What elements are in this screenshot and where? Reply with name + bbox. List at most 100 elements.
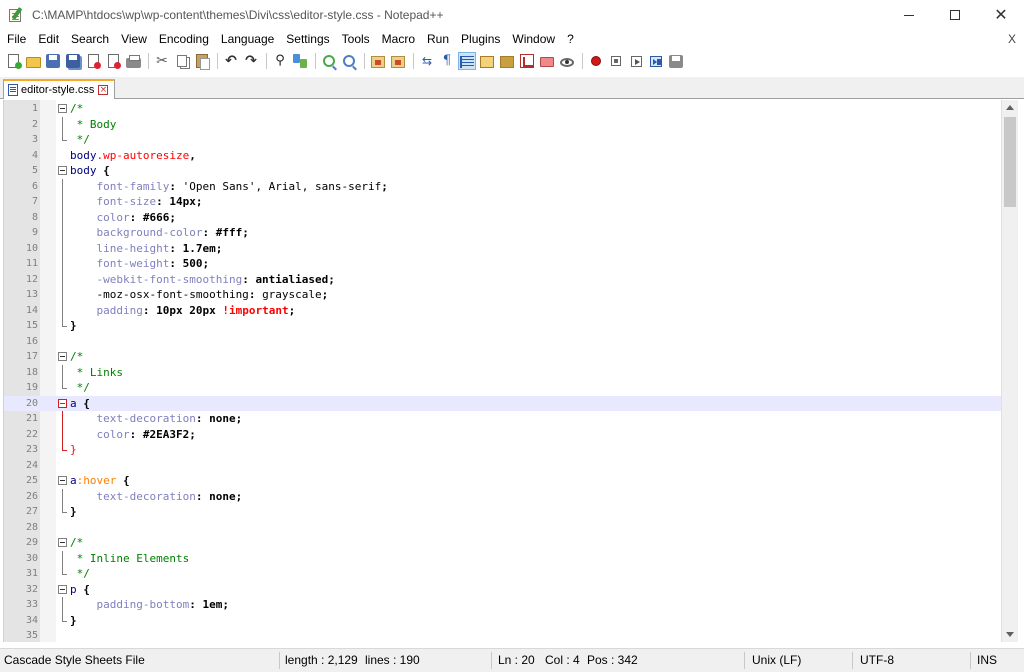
find-button[interactable]: ⚲: [271, 52, 289, 70]
scroll-up-icon[interactable]: [1006, 105, 1014, 110]
code-line[interactable]: 34}: [4, 612, 1001, 629]
status-mode[interactable]: INS: [977, 649, 997, 672]
zoom-in-button[interactable]: [320, 52, 338, 70]
fold-toggle-icon[interactable]: [58, 476, 67, 485]
close-all-button[interactable]: [104, 52, 122, 70]
menu-file[interactable]: File: [0, 30, 32, 49]
menu-window[interactable]: Window: [506, 30, 561, 49]
code-line[interactable]: 31 */: [4, 566, 1001, 582]
code-line[interactable]: 27}: [4, 504, 1001, 520]
code-line[interactable]: 29 /*: [4, 535, 1001, 551]
code-line[interactable]: 14 padding: 10px 20px !important;: [4, 302, 1001, 318]
code-line[interactable]: 17 /*: [4, 349, 1001, 365]
paste-button[interactable]: [193, 52, 211, 70]
code-line[interactable]: 15}: [4, 318, 1001, 334]
sync-vertical-button[interactable]: [369, 52, 387, 70]
close-button[interactable]: ✕: [978, 0, 1024, 30]
fold-toggle-icon[interactable]: [58, 398, 67, 408]
indent-guide-button[interactable]: [458, 52, 476, 70]
maximize-button[interactable]: [932, 0, 978, 30]
code-line[interactable]: 12 -webkit-font-smoothing: antialiased;: [4, 271, 1001, 287]
menu-view[interactable]: View: [115, 30, 153, 49]
code-line[interactable]: 35: [4, 628, 1001, 642]
fold-toggle-icon[interactable]: [58, 584, 67, 594]
status-encoding[interactable]: UTF-8: [860, 649, 894, 672]
redo-button[interactable]: ↷: [242, 52, 260, 70]
open-file-button[interactable]: [24, 52, 42, 70]
menu-help[interactable]: ?: [561, 30, 580, 49]
macro-run-multiple-button[interactable]: [647, 52, 665, 70]
code-line[interactable]: 4 body.wp-autoresize,: [4, 148, 1001, 164]
fold-toggle-icon[interactable]: [58, 104, 67, 113]
code-line[interactable]: 21 text-decoration: none;: [4, 411, 1001, 427]
menu-edit[interactable]: Edit: [32, 30, 65, 49]
scroll-down-icon[interactable]: [1006, 632, 1014, 637]
monitoring-button[interactable]: [558, 52, 576, 70]
code-line[interactable]: 8 color: #666;: [4, 209, 1001, 225]
macro-stop-button[interactable]: [607, 52, 625, 70]
menu-encoding[interactable]: Encoding: [153, 30, 215, 49]
code-line[interactable]: 5 body {: [4, 163, 1001, 179]
code-editor[interactable]: 1/* 2 * Body 3 */4 body.wp-autoresize, 5 body…: [3, 100, 1001, 642]
code-line[interactable]: 18 * Links: [4, 364, 1001, 380]
status-eol[interactable]: Unix (LF): [752, 649, 801, 672]
show-all-chars-button[interactable]: ¶: [438, 52, 456, 70]
fold-toggle-icon[interactable]: [58, 538, 67, 547]
folder-workspace-button[interactable]: [538, 52, 556, 70]
macro-record-button[interactable]: [587, 52, 605, 70]
close-document-button[interactable]: X: [1008, 30, 1016, 49]
fold-toggle-icon[interactable]: [58, 352, 67, 361]
code-line[interactable]: 26 text-decoration: none;: [4, 488, 1001, 504]
menu-plugins[interactable]: Plugins: [455, 30, 506, 49]
code-line[interactable]: 13 -moz-osx-font-smoothing: grayscale;: [4, 287, 1001, 303]
tab-close-icon[interactable]: ×: [98, 85, 109, 95]
menu-macro[interactable]: Macro: [376, 30, 421, 49]
udl-button[interactable]: [478, 52, 496, 70]
code-line[interactable]: 2 * Body: [4, 116, 1001, 132]
save-all-button[interactable]: [64, 52, 82, 70]
cut-button[interactable]: ✂: [153, 52, 171, 70]
word-wrap-button[interactable]: ⇆: [418, 52, 436, 70]
code-line[interactable]: 33 padding-bottom: 1em;: [4, 597, 1001, 613]
code-line[interactable]: 28: [4, 520, 1001, 536]
zoom-out-button[interactable]: [340, 52, 358, 70]
code-line[interactable]: 25 a:hover {: [4, 473, 1001, 489]
scrollbar-thumb[interactable]: [1004, 117, 1016, 207]
code-line[interactable]: 22 color: #2EA3F2;: [4, 426, 1001, 442]
code-line[interactable]: 11 font-weight: 500;: [4, 256, 1001, 272]
undo-button[interactable]: ↶: [222, 52, 240, 70]
menu-settings[interactable]: Settings: [280, 30, 335, 49]
code-line[interactable]: 7 font-size: 14px;: [4, 194, 1001, 210]
close-file-button[interactable]: [84, 52, 102, 70]
function-list-button[interactable]: [518, 52, 536, 70]
new-file-button[interactable]: [4, 52, 22, 70]
copy-button[interactable]: [173, 52, 191, 70]
doc-map-button[interactable]: [498, 52, 516, 70]
minimize-button[interactable]: [886, 0, 932, 30]
code-line[interactable]: 9 background-color: #fff;: [4, 225, 1001, 241]
tab-editor-style-css[interactable]: editor-style.css ×: [3, 79, 116, 99]
code-line[interactable]: 20 a {: [4, 395, 1001, 411]
code-line[interactable]: 16: [4, 334, 1001, 350]
code-line[interactable]: 32 p {: [4, 582, 1001, 598]
replace-button[interactable]: [291, 52, 309, 70]
code-line[interactable]: 30 * Inline Elements: [4, 550, 1001, 566]
code-line[interactable]: 10 line-height: 1.7em;: [4, 240, 1001, 256]
menu-search[interactable]: Search: [65, 30, 115, 49]
menu-language[interactable]: Language: [215, 30, 280, 49]
print-button[interactable]: [124, 52, 142, 70]
macro-save-button[interactable]: [667, 52, 685, 70]
code-line[interactable]: 23}: [4, 442, 1001, 458]
code-line[interactable]: 24: [4, 458, 1001, 474]
sync-horizontal-button[interactable]: [389, 52, 407, 70]
macro-play-button[interactable]: [627, 52, 645, 70]
menu-run[interactable]: Run: [421, 30, 455, 49]
menu-tools[interactable]: Tools: [336, 30, 376, 49]
code-line[interactable]: 1 /*: [4, 101, 1001, 117]
code-line[interactable]: 6 font-family: 'Open Sans', Arial, sans-…: [4, 178, 1001, 194]
fold-toggle-icon[interactable]: [58, 166, 67, 175]
code-line[interactable]: 19 */: [4, 380, 1001, 396]
vertical-scrollbar[interactable]: [1001, 100, 1018, 642]
save-button[interactable]: [44, 52, 62, 70]
code-line[interactable]: 3 */: [4, 132, 1001, 148]
